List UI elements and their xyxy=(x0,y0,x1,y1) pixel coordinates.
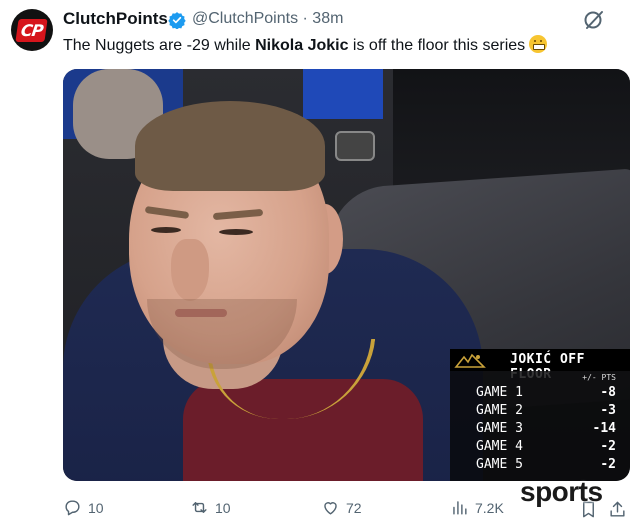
hair xyxy=(135,101,325,191)
handle[interactable]: @ClutchPoints xyxy=(192,10,298,27)
reply-button[interactable]: 10 xyxy=(63,498,104,517)
plus-minus-value: -14 xyxy=(592,421,616,436)
background-blue-sleeve xyxy=(303,69,383,119)
tweet-text: The Nuggets are -29 while Nikola Jokic i… xyxy=(63,35,548,55)
plus-minus-value: -2 xyxy=(600,457,616,472)
avatar[interactable]: CP xyxy=(11,9,53,51)
nose xyxy=(171,239,209,301)
author-name[interactable]: ClutchPoints xyxy=(63,9,168,29)
views-button[interactable]: 7.2K xyxy=(450,498,504,517)
reply-count: 10 xyxy=(88,499,104,516)
heart-icon xyxy=(324,502,337,515)
game-label: GAME 4 xyxy=(476,439,523,454)
grimacing-face-icon xyxy=(529,35,548,53)
views-chart-icon xyxy=(453,501,467,515)
left-eye xyxy=(151,227,181,233)
like-button[interactable]: 72 xyxy=(321,498,362,517)
game-label: GAME 2 xyxy=(476,403,523,418)
tweet-text-part: The Nuggets are -29 while xyxy=(63,37,256,54)
right-eye xyxy=(219,229,253,235)
tweet-text-part: is off the floor this series xyxy=(348,37,526,54)
like-count: 72 xyxy=(346,499,362,516)
clutchpoints-logo: CP xyxy=(15,18,49,42)
views-count: 7.2K xyxy=(475,499,504,516)
overlay-header: JOKIĆ OFF FLOOR xyxy=(450,349,630,382)
plus-minus-value: -3 xyxy=(600,403,616,418)
overlay-row: GAME 3 -14 xyxy=(450,421,630,439)
repost-count: 10 xyxy=(215,499,231,516)
game-label: GAME 5 xyxy=(476,457,523,472)
overlay-column-header: +/- PTS xyxy=(582,373,616,382)
overlay-body: +/- PTS GAME 1 -8 GAME 2 -3 GAME 3 -14 G… xyxy=(450,371,630,481)
share-icon[interactable] xyxy=(608,500,627,519)
overlay-row: GAME 1 -8 xyxy=(450,385,630,403)
repost-icon xyxy=(192,502,207,513)
reply-icon xyxy=(65,500,80,516)
handle-and-time: @ClutchPoints · 38m xyxy=(192,10,343,28)
sports-watermark: sports xyxy=(520,476,603,507)
overlay-row: GAME 5 -2 xyxy=(450,457,630,475)
timestamp[interactable]: 38m xyxy=(312,10,343,27)
verified-badge-icon xyxy=(168,12,186,29)
nuggets-logo-icon xyxy=(454,353,486,368)
game-label: GAME 3 xyxy=(476,421,523,436)
game-label: GAME 1 xyxy=(476,385,523,400)
tweet-image[interactable]: JOKIĆ OFF FLOOR +/- PTS GAME 1 -8 GAME 2… xyxy=(63,69,630,481)
separator: · xyxy=(302,10,308,27)
mouth xyxy=(175,309,227,317)
stats-overlay: JOKIĆ OFF FLOOR +/- PTS GAME 1 -8 GAME 2… xyxy=(450,349,630,481)
tweet-text-bold[interactable]: Nikola Jokic xyxy=(255,37,348,54)
plus-minus-value: -8 xyxy=(600,385,616,400)
repost-button[interactable]: 10 xyxy=(190,498,231,517)
grok-icon[interactable] xyxy=(582,8,606,32)
watch xyxy=(335,131,375,161)
plus-minus-value: -2 xyxy=(600,439,616,454)
overlay-row: GAME 4 -2 xyxy=(450,439,630,457)
overlay-row: GAME 2 -3 xyxy=(450,403,630,421)
